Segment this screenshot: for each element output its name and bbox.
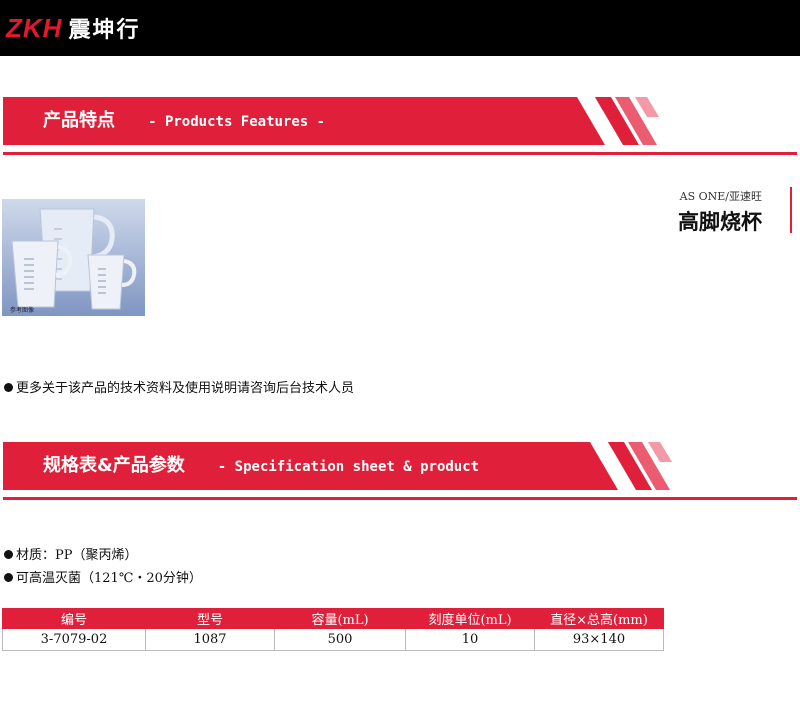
banner-stripes-icon bbox=[555, 97, 659, 145]
table-header-row: 编号 型号 容量(mL) 刻度单位(mL) 直径×总高(mm) bbox=[2, 608, 664, 629]
table-cell: 500 bbox=[274, 628, 406, 651]
beaker-illustration bbox=[2, 199, 145, 316]
features-banner: 产品特点 - Products Features - bbox=[0, 97, 800, 157]
zkh-logo[interactable]: ZKH 震坤行 bbox=[6, 8, 140, 48]
sterilization-bullet: 可高温灭菌（121℃・20分钟） bbox=[4, 567, 202, 586]
spec-title-zh: 规格表&产品参数 bbox=[43, 455, 185, 476]
column-header: 刻度单位(mL) bbox=[405, 608, 535, 629]
table-cell: 93×140 bbox=[534, 628, 664, 651]
table-row: 3-7079-02 1087 500 10 93×140 bbox=[2, 628, 664, 651]
spec-title-en: - Specification sheet & product bbox=[217, 459, 480, 475]
features-title-en: - Products Features - bbox=[148, 114, 326, 130]
top-header-bar: ZKH 震坤行 bbox=[0, 0, 800, 56]
features-title-zh: 产品特点 bbox=[43, 110, 115, 131]
material-text: 材质：PP（聚丙烯） bbox=[16, 548, 138, 563]
product-image: 参考图像 bbox=[2, 199, 145, 316]
column-header: 直径×总高(mm) bbox=[534, 608, 664, 629]
logo-text: 震坤行 bbox=[68, 18, 141, 43]
table-cell: 1087 bbox=[145, 628, 275, 651]
bullet-icon bbox=[4, 383, 13, 392]
product-title-block: AS ONE/亚速旺 高脚烧杯 bbox=[678, 188, 762, 236]
logo-mark: ZKH bbox=[6, 12, 63, 43]
banner-underline bbox=[3, 152, 797, 155]
bullet-icon bbox=[4, 550, 13, 559]
spec-banner: 规格表&产品参数 - Specification sheet & product bbox=[0, 442, 800, 502]
column-header: 编号 bbox=[2, 608, 146, 629]
material-bullet: 材质：PP（聚丙烯） bbox=[4, 544, 138, 563]
column-header: 型号 bbox=[145, 608, 275, 629]
column-header: 容量(mL) bbox=[274, 608, 406, 629]
note-text: 更多关于该产品的技术资料及使用说明请咨询后台技术人员 bbox=[16, 381, 355, 396]
brand-label: AS ONE/亚速旺 bbox=[679, 190, 762, 203]
table-cell: 10 bbox=[405, 628, 535, 651]
banner-underline bbox=[3, 497, 797, 500]
sterilization-text: 可高温灭菌（121℃・20分钟） bbox=[16, 571, 202, 586]
image-caption: 参考图像 bbox=[10, 307, 35, 314]
bullet-icon bbox=[4, 573, 13, 582]
spec-table: 编号 型号 容量(mL) 刻度单位(mL) 直径×总高(mm) 3-7079-0… bbox=[2, 608, 664, 651]
product-name: 高脚烧杯 bbox=[678, 209, 762, 234]
brand-accent-bar bbox=[790, 187, 792, 233]
note-bullet: 更多关于该产品的技术资料及使用说明请咨询后台技术人员 bbox=[4, 377, 354, 396]
banner-stripes-icon bbox=[568, 442, 672, 490]
table-cell: 3-7079-02 bbox=[2, 628, 146, 651]
